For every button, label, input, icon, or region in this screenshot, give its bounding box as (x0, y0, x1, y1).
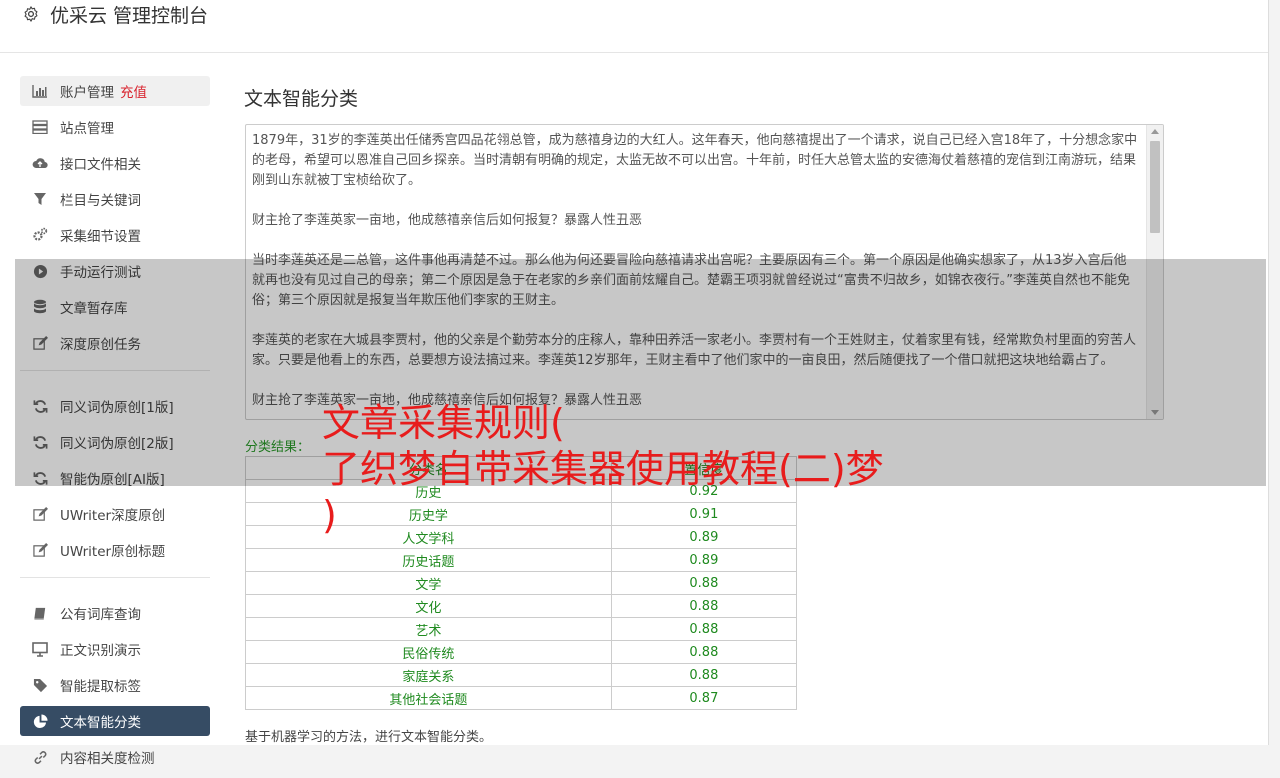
sidebar-item-uwriter-title[interactable]: UWriter原创标题 (20, 535, 210, 565)
category-cell: 民俗传统 (245, 640, 612, 664)
sidebar-item-smart-tags[interactable]: 智能提取标签 (20, 670, 210, 700)
sidebar-item-text-recognition[interactable]: 正文识别演示 (20, 634, 210, 664)
server-icon (32, 119, 48, 135)
table-row: 艺术 0.88 (245, 617, 798, 641)
pie-chart-icon (32, 713, 48, 729)
confidence-cell: 0.88 (610, 594, 798, 618)
category-cell: 家庭关系 (245, 663, 612, 687)
text-paragraph: 1879年，31岁的李莲英出任储秀宫四品花翎总管，成为慈禧身边的大红人。这年春天… (252, 133, 1138, 188)
link-icon (32, 749, 48, 765)
sidebar-item-label: 公有词库查询 (60, 607, 141, 623)
sidebar-item-label: UWriter原创标题 (60, 544, 166, 560)
edit-icon (32, 506, 48, 522)
sidebar-item-label: UWriter深度原创 (60, 508, 166, 524)
overlay-line: ) (322, 493, 337, 537)
table-row: 其他社会话题 0.87 (245, 686, 798, 710)
sidebar-item-label: 接口文件相关 (60, 157, 141, 173)
footer-note: 基于机器学习的方法，进行文本智能分类。 (245, 730, 493, 745)
table-row: 文学 0.88 (245, 571, 798, 595)
page-title: 文本智能分类 (244, 88, 359, 110)
sidebar-item-columns-keywords[interactable]: 栏目与关键词 (20, 184, 210, 214)
confidence-cell: 0.87 (610, 686, 798, 710)
table-row: 民俗传统 0.88 (245, 640, 798, 664)
overlay-line: 文章采集规则( (322, 401, 565, 445)
sidebar-item-label: 智能提取标签 (60, 679, 141, 695)
app-title: 优采云 管理控制台 (50, 5, 209, 27)
sidebar-item-label: 文本智能分类 (60, 715, 141, 731)
sidebar-item-label: 正文识别演示 (60, 643, 141, 659)
edit-icon (32, 542, 48, 558)
confidence-cell: 0.88 (610, 617, 798, 641)
sidebar-item-label: 采集细节设置 (60, 229, 141, 245)
tag-icon (32, 677, 48, 693)
sidebar-item-label: 账户管理 (60, 85, 114, 101)
confidence-cell: 0.88 (610, 663, 798, 687)
gear-icon[interactable] (22, 5, 40, 23)
table-row: 历史话题 0.89 (245, 548, 798, 572)
confidence-cell: 0.89 (610, 548, 798, 572)
category-cell: 其他社会话题 (245, 686, 612, 710)
main-content: 文本智能分类 1879年，31岁的李莲英出任储秀宫四品花翎总管，成为慈禧身边的大… (244, 84, 1164, 745)
book-icon (32, 605, 48, 621)
sidebar-item-label: 站点管理 (60, 121, 114, 137)
table-row: 家庭关系 0.88 (245, 663, 798, 687)
cloud-upload-icon (32, 155, 48, 171)
category-cell: 文化 (245, 594, 612, 618)
overlay-line: 了织梦自带采集器使用教程(二)梦 (322, 447, 884, 491)
category-cell: 文学 (245, 571, 612, 595)
top-bar: 优采云 管理控制台 (0, 0, 1268, 53)
recharge-link[interactable]: 充值 (120, 81, 147, 101)
confidence-cell: 0.88 (610, 640, 798, 664)
category-cell: 历史话题 (245, 548, 612, 572)
sidebar-item-interface-files[interactable]: 接口文件相关 (20, 148, 210, 178)
sidebar-item-label: 内容相关度检测 (60, 751, 155, 767)
monitor-icon (32, 641, 48, 657)
text-paragraph: 财主抢了李莲英家一亩地，他成慈禧亲信后如何报复？暴露人性丑恶 (252, 213, 643, 228)
gears-icon (32, 227, 48, 243)
sidebar-item-sites[interactable]: 站点管理 (20, 112, 210, 142)
scrollbar-thumb[interactable] (1150, 141, 1160, 233)
overlay-caption: 文章采集规则( 了织梦自带采集器使用教程(二)梦 ) (322, 400, 982, 538)
sidebar-item-account[interactable]: 账户管理 充值 (20, 76, 210, 106)
sidebar-item-text-classify[interactable]: 文本智能分类 (20, 706, 210, 736)
sidebar-item-label: 栏目与关键词 (60, 193, 141, 209)
sidebar-item-public-lexicon[interactable]: 公有词库查询 (20, 598, 210, 628)
sidebar-divider (20, 577, 210, 578)
confidence-cell: 0.88 (610, 571, 798, 595)
table-row: 文化 0.88 (245, 594, 798, 618)
sidebar-item-uwriter-deep[interactable]: UWriter深度原创 (20, 499, 210, 529)
category-cell: 艺术 (245, 617, 612, 641)
filter-icon (32, 191, 48, 207)
sidebar-item-relevance-check[interactable]: 内容相关度检测 (20, 742, 210, 772)
scroll-up-icon[interactable] (1151, 129, 1159, 134)
sidebar-item-collect-settings[interactable]: 采集细节设置 (20, 220, 210, 250)
bar-chart-icon (32, 83, 48, 99)
